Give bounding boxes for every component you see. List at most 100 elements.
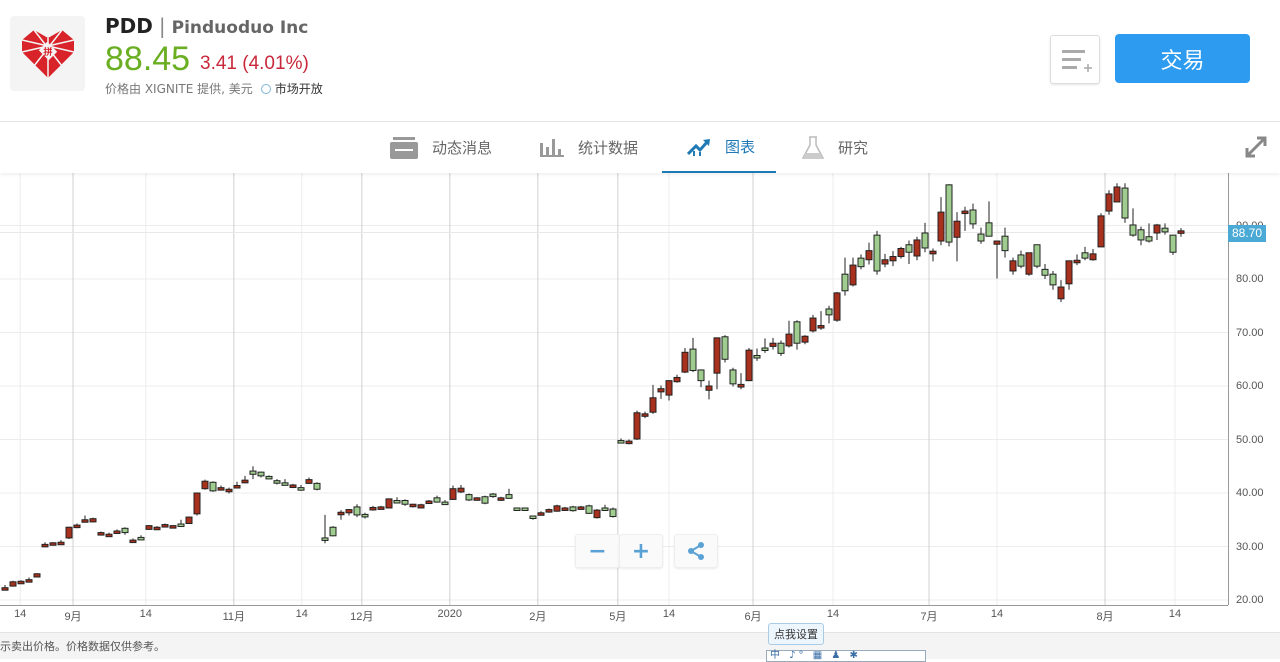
candle-down bbox=[1017, 254, 1025, 267]
candle-up bbox=[9, 581, 17, 587]
candle-up bbox=[97, 532, 105, 536]
tab-statistics[interactable]: 统计数据 bbox=[540, 122, 638, 173]
price-change: 3.41 (4.01%) bbox=[200, 53, 309, 74]
candle-up bbox=[705, 385, 713, 391]
tab-label: 研究 bbox=[838, 139, 869, 157]
candle-up bbox=[1, 587, 9, 591]
candle-up bbox=[225, 488, 233, 493]
share-icon bbox=[688, 542, 704, 560]
fullscreen-icon[interactable] bbox=[1244, 135, 1268, 159]
x-tick-label: 2020 bbox=[437, 608, 463, 620]
flask-icon bbox=[802, 135, 824, 159]
market-status: 市场开放 bbox=[274, 82, 323, 96]
candle-down bbox=[321, 537, 329, 541]
candle-up bbox=[641, 413, 649, 417]
candle-up bbox=[537, 512, 545, 516]
candle-down bbox=[1145, 236, 1153, 242]
candle-up bbox=[473, 497, 481, 501]
candle-down bbox=[1041, 268, 1049, 276]
candle-up bbox=[625, 440, 633, 445]
y-tick-label: 50.00 bbox=[1236, 433, 1264, 446]
candle-down bbox=[697, 369, 705, 382]
candle-up bbox=[1177, 230, 1185, 234]
disclaimer: 示卖出价格。价格数据仅供参考。 bbox=[0, 640, 165, 653]
candle-up bbox=[161, 524, 169, 528]
candle-up bbox=[457, 487, 465, 493]
candle-down bbox=[761, 347, 769, 352]
candle-up bbox=[1057, 286, 1065, 300]
add-to-watchlist-button[interactable] bbox=[1050, 35, 1100, 84]
candle-down bbox=[489, 493, 497, 498]
candle-down bbox=[481, 496, 489, 504]
candle-up bbox=[57, 541, 65, 546]
candle-up bbox=[105, 533, 113, 538]
candle-down bbox=[873, 234, 881, 272]
chart-trend-icon bbox=[687, 138, 710, 156]
candle-up bbox=[785, 333, 793, 347]
candle-up bbox=[73, 524, 81, 529]
candle-up bbox=[649, 397, 657, 413]
candle-down bbox=[841, 273, 849, 292]
candle-down bbox=[689, 348, 697, 371]
candle-up bbox=[241, 479, 249, 484]
candle-up bbox=[1065, 260, 1073, 285]
candle-up bbox=[849, 264, 857, 286]
candle-down bbox=[985, 222, 993, 237]
candle-down bbox=[1033, 244, 1041, 267]
tab-research[interactable]: 研究 bbox=[802, 122, 868, 173]
candle-down bbox=[1121, 187, 1129, 219]
candle-down bbox=[977, 233, 985, 242]
tab-news[interactable]: 动态消息 bbox=[390, 122, 492, 173]
candle-down bbox=[177, 523, 185, 528]
candle-up bbox=[305, 479, 313, 484]
candle-down bbox=[529, 515, 537, 520]
candle-down bbox=[209, 481, 217, 492]
candle-up bbox=[809, 317, 817, 332]
candle-up bbox=[553, 505, 561, 512]
candle-up bbox=[65, 526, 73, 539]
candle-up bbox=[1105, 193, 1113, 212]
candle-down bbox=[777, 342, 785, 354]
candle-up bbox=[33, 573, 41, 578]
candle-up bbox=[769, 342, 777, 347]
candle-up bbox=[1113, 186, 1121, 203]
y-tick-label: 40.00 bbox=[1236, 487, 1264, 499]
candle-down bbox=[585, 505, 593, 514]
candle-up bbox=[545, 509, 553, 513]
company-name: Pinduoduo Inc bbox=[171, 18, 309, 38]
candle-up bbox=[993, 240, 1001, 245]
candle-up bbox=[1009, 260, 1017, 272]
ime-toolbar[interactable]: 中 ♪° ▦ ♟ ✱ bbox=[766, 650, 926, 662]
price-meta: 价格由 XIGNITE 提供, 美元 市场开放 bbox=[105, 80, 323, 97]
candle-up bbox=[369, 506, 377, 511]
candle-down bbox=[729, 369, 737, 385]
zoom-in-button[interactable]: + bbox=[619, 534, 663, 568]
candle-up bbox=[145, 525, 153, 530]
candle-down bbox=[361, 513, 369, 518]
trade-button[interactable]: 交易 bbox=[1115, 34, 1250, 83]
candle-up bbox=[25, 579, 33, 583]
settings-tooltip: 点我设置 bbox=[768, 623, 824, 645]
footer-bar: 示卖出价格。价格数据仅供参考。 bbox=[0, 632, 1280, 659]
candle-up bbox=[345, 509, 353, 514]
candle-up bbox=[889, 256, 897, 262]
candle-up bbox=[1097, 215, 1105, 248]
x-tick-label: 14 bbox=[139, 608, 152, 620]
share-button[interactable] bbox=[674, 534, 718, 568]
x-tick-label: 2月 bbox=[529, 611, 547, 623]
zoom-out-button[interactable]: − bbox=[575, 534, 620, 568]
candle-down bbox=[857, 257, 865, 268]
candle-down bbox=[1081, 252, 1089, 259]
candle-down bbox=[969, 209, 977, 225]
candle-up bbox=[385, 498, 393, 509]
list-plus-icon bbox=[1062, 50, 1092, 72]
candle-up bbox=[961, 210, 969, 215]
candle-up bbox=[1073, 259, 1081, 264]
tab-chart[interactable]: 图表 bbox=[662, 122, 776, 173]
candle-up bbox=[745, 349, 753, 382]
candle-down bbox=[433, 497, 441, 503]
candle-down bbox=[393, 499, 401, 504]
candle-up bbox=[425, 500, 433, 505]
candle-down bbox=[265, 475, 273, 480]
candle-down bbox=[617, 440, 625, 444]
